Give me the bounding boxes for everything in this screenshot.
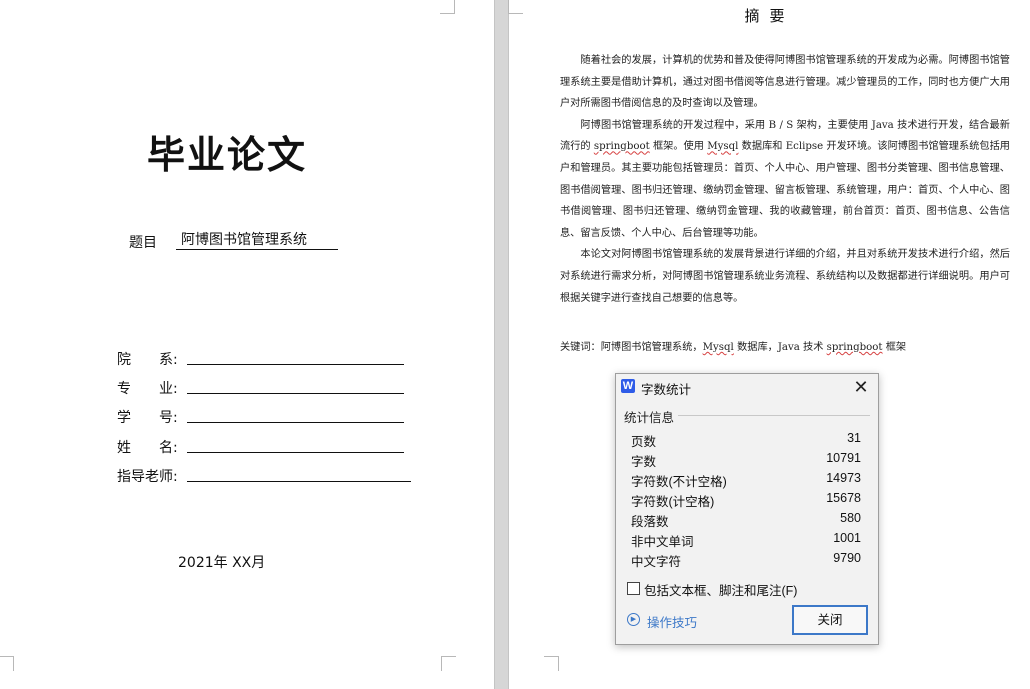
major-label: 专 业: — [117, 381, 178, 397]
crop-mark — [0, 656, 14, 671]
dialog-title: 字数统计 — [641, 383, 692, 397]
department-label: 院 系: — [117, 352, 178, 368]
dialog-titlebar[interactable]: W 字数统计 ✕ — [616, 374, 878, 401]
stat-label: 中文字符 — [631, 555, 682, 569]
keywords-line: 关键词：阿博图书馆管理系统，Mysql 数据库，Java 技术 springbo… — [560, 342, 907, 353]
major-line — [187, 393, 404, 394]
stat-label: 字符数(计空格) — [631, 495, 715, 509]
crop-mark — [440, 0, 455, 14]
crop-mark — [544, 656, 559, 671]
close-icon[interactable]: ✕ — [850, 376, 872, 398]
include-textboxes-label[interactable]: 包括文本框、脚注和尾注(F) — [644, 580, 797, 599]
stat-row-chars-with-spaces: 字符数(计空格) 15678 — [631, 489, 861, 509]
stat-value: 15678 — [826, 491, 861, 505]
stats-group-label: 统计信息 — [624, 411, 675, 425]
stat-row-non-chinese-words: 非中文单词 1001 — [631, 529, 861, 549]
advisor-label: 指导老师: — [117, 469, 178, 485]
stat-label: 页数 — [631, 435, 657, 449]
crop-mark — [441, 656, 456, 671]
thesis-title: 毕业论文 — [147, 132, 308, 177]
topic-label: 题目 — [129, 235, 157, 251]
stat-value: 10791 — [826, 451, 861, 465]
department-line — [187, 364, 404, 365]
abstract-body: 随着社会的发展，计算机的优势和普及使得阿博图书馆管理系统的开发成为必需。阿博图书… — [560, 50, 1010, 309]
spellcheck-word: springboot — [826, 342, 883, 353]
advisor-line — [187, 481, 411, 482]
stat-value: 580 — [840, 511, 861, 525]
stat-row-paragraphs: 段落数 580 — [631, 509, 861, 529]
stat-value: 14973 — [826, 471, 861, 485]
date-text: 2021年 XX月 — [178, 555, 266, 571]
name-line — [187, 452, 404, 453]
topic-value: 阿博图书馆管理系统 — [176, 232, 338, 250]
stat-label: 字符数(不计空格) — [631, 475, 727, 489]
abstract-title: 摘要 — [744, 7, 795, 25]
stat-value: 31 — [847, 431, 861, 445]
abstract-paragraph-3: 本论文对阿博图书馆管理系统的发展背景进行详细的介绍，并且对系统开发技术进行介绍，… — [560, 249, 1010, 304]
word-count-dialog: W 字数统计 ✕ 统计信息 页数 31 字数 10791 字符数(不计空格) 1… — [615, 373, 879, 645]
stat-value: 1001 — [833, 531, 861, 545]
spellcheck-word: Mysql — [707, 141, 739, 153]
wps-writer-icon: W — [621, 379, 635, 393]
abstract-paragraph-1: 随着社会的发展，计算机的优势和普及使得阿博图书馆管理系统的开发成为必需。阿博图书… — [560, 55, 1010, 110]
stat-row-chars-no-spaces: 字符数(不计空格) 14973 — [631, 469, 861, 489]
name-label: 姓 名: — [117, 440, 178, 456]
close-button[interactable]: 关闭 — [792, 605, 868, 635]
student-id-label: 学 号: — [117, 410, 178, 426]
abstract-paragraph-2: 阿博图书馆管理系统的开发过程中，采用 B / S 架构，主要使用 Java 技术… — [560, 119, 1010, 239]
play-circle-icon[interactable]: ▶ — [627, 613, 640, 626]
include-textboxes-checkbox[interactable] — [627, 582, 640, 595]
stat-label: 字数 — [631, 455, 657, 469]
stat-label: 段落数 — [631, 515, 669, 529]
stat-row-chinese-chars: 中文字符 9790 — [631, 549, 861, 569]
group-divider — [678, 415, 870, 416]
stat-value: 9790 — [833, 551, 861, 565]
tips-link[interactable]: 操作技巧 — [647, 612, 697, 631]
stat-row-words: 字数 10791 — [631, 449, 861, 469]
spellcheck-word: springboot — [593, 141, 650, 153]
stat-row-pages: 页数 31 — [631, 429, 861, 449]
page-gutter — [494, 0, 509, 689]
cover-page: 毕业论文 题目 阿博图书馆管理系统 院 系: 专 业: 学 号: 姓 名: 指导… — [0, 0, 494, 689]
student-id-line — [187, 422, 404, 423]
stat-label: 非中文单词 — [631, 535, 694, 549]
spellcheck-word: Mysql — [702, 342, 734, 353]
